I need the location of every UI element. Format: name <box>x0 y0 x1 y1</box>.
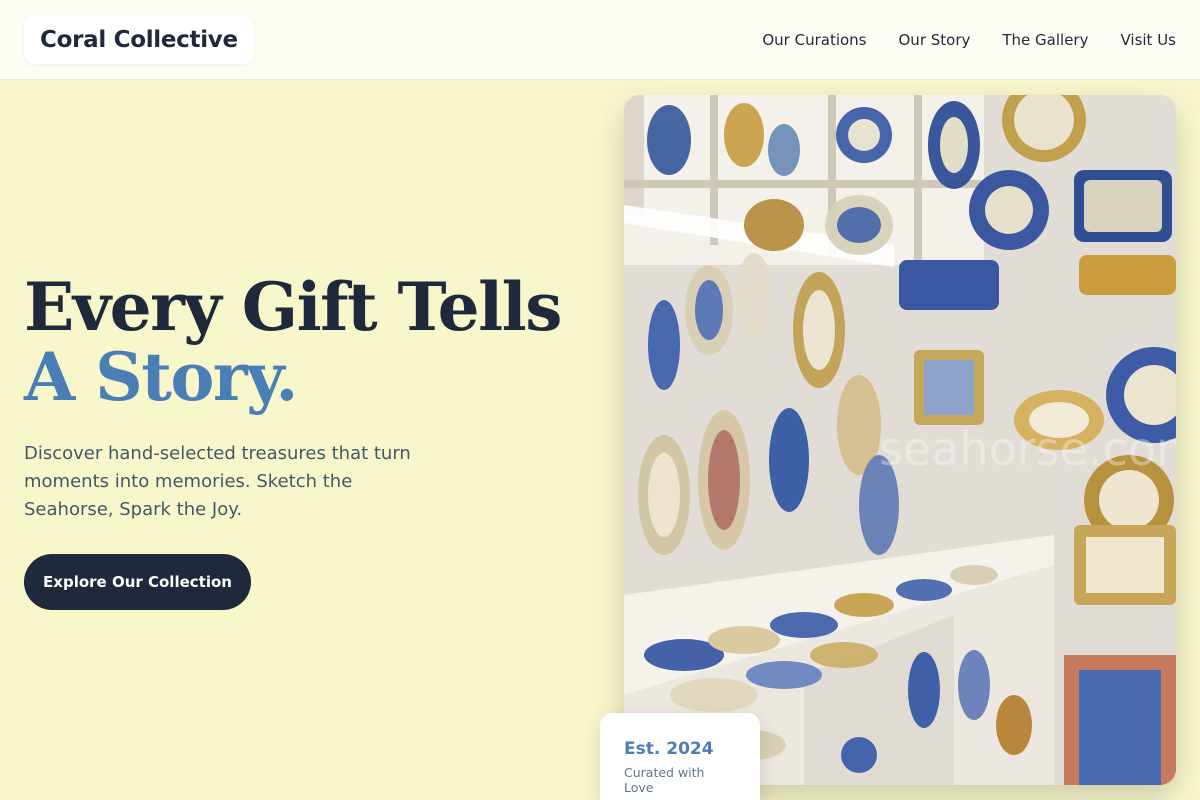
hero-headline-line1: Every Gift Tells <box>24 268 562 346</box>
established-badge: Est. 2024 Curated with Love <box>600 713 760 800</box>
nav-link-curations[interactable]: Our Curations <box>762 31 866 49</box>
nav-link-story[interactable]: Our Story <box>899 31 971 49</box>
ceramic-shop-photo-icon: seahorse.com <box>624 95 1176 785</box>
hero-headline-line2: A Story. <box>24 338 298 416</box>
hero-subtext: Discover hand-selected treasures that tu… <box>24 443 411 520</box>
hero-photo: seahorse.com <box>624 95 1176 785</box>
nav-link-gallery[interactable]: The Gallery <box>1002 31 1088 49</box>
badge-year: Est. 2024 <box>624 739 714 759</box>
nav-link-visit[interactable]: Visit Us <box>1120 31 1176 49</box>
hero-headline: Every Gift Tells A Story. <box>24 268 562 416</box>
badge-caption: Curated with Love <box>624 765 705 795</box>
photo-watermark: seahorse.com <box>879 422 1176 476</box>
main-nav: Our Curations Our Story The Gallery Visi… <box>762 0 1176 80</box>
site-header: Coral Collective Our Curations Our Story… <box>0 0 1200 80</box>
explore-collection-button[interactable]: Explore Our Collection <box>24 554 251 610</box>
brand-logo[interactable]: Coral Collective <box>24 16 254 64</box>
